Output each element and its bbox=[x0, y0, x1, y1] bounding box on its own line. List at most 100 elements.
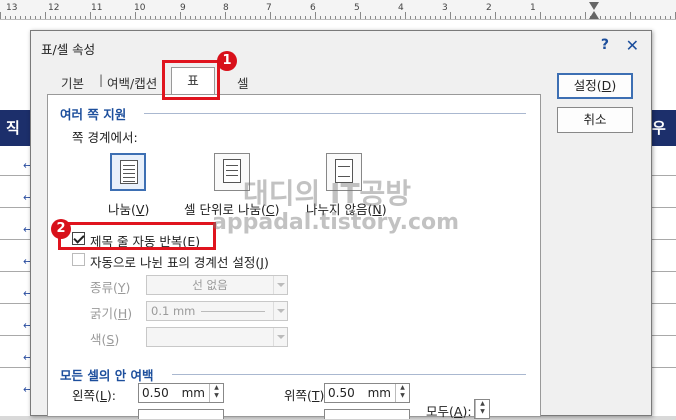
ruler-tick bbox=[30, 16, 31, 19]
line-thickness-select[interactable]: 0.1 mm bbox=[146, 301, 288, 321]
table-header-right: 우 · bbox=[650, 110, 676, 173]
ruler-tick bbox=[190, 16, 191, 19]
ruler-tick bbox=[135, 12, 136, 19]
ruler-tick bbox=[360, 12, 361, 19]
right-margin-input[interactable] bbox=[138, 409, 224, 419]
split-option-split[interactable] bbox=[110, 153, 146, 191]
ruler-tick bbox=[5, 16, 6, 19]
line-color-label: 색(S) bbox=[90, 332, 120, 347]
chevron-down-icon bbox=[273, 302, 287, 320]
ruler-tick bbox=[10, 16, 11, 19]
dialog-title: 표/셀 속성 bbox=[41, 42, 96, 57]
ruler-tick bbox=[460, 16, 461, 19]
ruler-tick bbox=[200, 16, 201, 19]
ruler-number: 3 bbox=[442, 3, 448, 13]
ruler-tick bbox=[145, 16, 146, 19]
ruler-tick bbox=[630, 12, 631, 19]
cancel-button[interactable]: 취소 bbox=[557, 107, 633, 133]
ruler-tick bbox=[345, 16, 346, 19]
spin-arrows-icon[interactable]: ▲ ▼ bbox=[475, 400, 489, 418]
ruler-number: 2 bbox=[486, 3, 492, 13]
ruler-tick bbox=[645, 16, 646, 19]
ruler-tick bbox=[305, 16, 306, 19]
ruler-tick bbox=[385, 16, 386, 19]
ruler-tick bbox=[315, 12, 316, 19]
ruler-tick bbox=[215, 16, 216, 19]
ruler-tick bbox=[545, 16, 546, 19]
ruler-tick bbox=[175, 16, 176, 19]
ruler-tick bbox=[310, 16, 311, 19]
top-margin-input[interactable]: 0.50 mm ▲ ▼ bbox=[324, 383, 410, 403]
ruler-tick bbox=[110, 16, 111, 19]
ruler-tick bbox=[250, 16, 251, 19]
close-icon[interactable]: ✕ bbox=[626, 36, 639, 55]
section-divider bbox=[172, 374, 526, 375]
ruler-tick bbox=[570, 16, 571, 19]
ruler-tick bbox=[635, 16, 636, 19]
ruler-tick bbox=[290, 16, 291, 19]
ruler-tick bbox=[665, 16, 666, 19]
all-margin-spinner[interactable]: ▲ ▼ bbox=[474, 399, 490, 419]
ruler-tick bbox=[285, 16, 286, 19]
ruler-tick bbox=[130, 16, 131, 19]
ruler-tick bbox=[535, 16, 536, 19]
ruler-tick bbox=[365, 16, 366, 19]
indent-marker-bottom[interactable] bbox=[589, 11, 599, 19]
chevron-down-icon bbox=[273, 328, 287, 346]
ruler-tick bbox=[565, 16, 566, 19]
line-thickness-label: 굵기(H) bbox=[90, 306, 133, 321]
ruler-tick bbox=[300, 16, 301, 19]
dialog-titlebar[interactable]: 표/셀 속성 ? ✕ bbox=[31, 31, 651, 61]
ruler-tick bbox=[160, 16, 161, 19]
ruler-tick bbox=[265, 16, 266, 19]
ruler-tick bbox=[270, 12, 271, 19]
ruler-tick bbox=[255, 16, 256, 19]
ruler-tick bbox=[670, 16, 671, 19]
line-type-value: 선 없음 bbox=[192, 278, 228, 292]
left-margin-input[interactable]: 0.50 mm ▲ ▼ bbox=[138, 383, 224, 403]
ruler-tick bbox=[625, 16, 626, 19]
ruler-tick bbox=[475, 16, 476, 19]
ruler-tick bbox=[405, 12, 406, 19]
tab-cell[interactable]: 셀 bbox=[237, 73, 249, 92]
ruler-tick bbox=[75, 16, 76, 19]
tab-margin-caption[interactable]: 여백/캡션 bbox=[107, 73, 157, 92]
bottom-margin-input[interactable] bbox=[324, 409, 410, 419]
ruler-tick bbox=[325, 16, 326, 19]
left-margin-label: 왼쪽(L): bbox=[72, 388, 116, 403]
ruler-tick bbox=[470, 16, 471, 19]
ruler-tick bbox=[195, 16, 196, 19]
line-color-select[interactable] bbox=[146, 327, 288, 347]
ruler-tick bbox=[185, 16, 186, 19]
tab-basic[interactable]: 기본 bbox=[61, 73, 84, 92]
indent-marker-top[interactable] bbox=[589, 2, 599, 10]
left-margin-unit: mm bbox=[181, 386, 205, 400]
line-type-select[interactable]: 선 없음 bbox=[146, 275, 288, 295]
ruler-tick bbox=[515, 16, 516, 19]
ruler-tick bbox=[95, 16, 96, 19]
ruler-tick bbox=[80, 16, 81, 19]
ruler-tick bbox=[425, 16, 426, 19]
ruler-tick bbox=[440, 16, 441, 19]
ok-button[interactable]: 설정(D) bbox=[557, 73, 633, 99]
ruler-tick bbox=[520, 16, 521, 19]
help-icon[interactable]: ? bbox=[601, 37, 609, 53]
tab-separator: | bbox=[99, 73, 104, 87]
ruler-tick bbox=[615, 16, 616, 19]
auto-split-border-checkbox[interactable] bbox=[72, 253, 85, 266]
ruler-tick bbox=[555, 16, 556, 19]
ruler-tick bbox=[500, 16, 501, 19]
ruler-tick bbox=[55, 16, 56, 19]
ruler-tick bbox=[650, 16, 651, 19]
spin-arrows-icon[interactable]: ▲ ▼ bbox=[395, 384, 409, 402]
section-title-cell-margin: 모든 셀의 안 여백 bbox=[60, 368, 154, 383]
ruler-tick bbox=[125, 16, 126, 19]
ruler-number: 11 bbox=[91, 3, 103, 13]
ruler-tick bbox=[640, 16, 641, 19]
ruler-tick bbox=[45, 12, 46, 19]
ruler-tick bbox=[150, 16, 151, 19]
left-margin-value: 0.50 bbox=[142, 386, 169, 400]
spin-arrows-icon[interactable]: ▲ ▼ bbox=[209, 384, 223, 402]
auto-split-border-label[interactable]: 자동으로 나뉜 표의 경계선 설정(J) bbox=[90, 252, 269, 271]
table-header-left: 직 위 bbox=[0, 110, 32, 173]
